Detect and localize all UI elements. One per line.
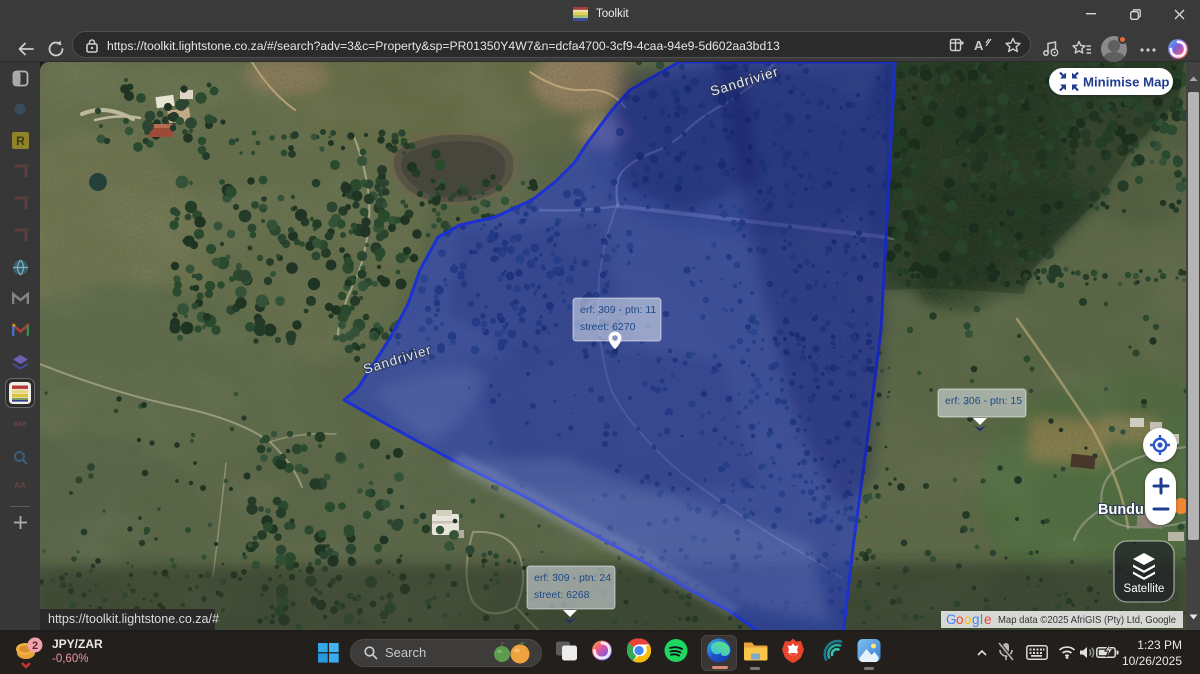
- svg-text:l: l: [980, 612, 983, 627]
- svg-text:erf: 309 - ptn: 24: erf: 309 - ptn: 24: [534, 572, 611, 584]
- svg-text:street: 6270: street: 6270: [580, 321, 636, 333]
- svg-text:G: G: [946, 612, 957, 627]
- svg-text:2: 2: [32, 640, 38, 652]
- svg-text:erf: 306 - ptn: 15: erf: 306 - ptn: 15: [945, 395, 1022, 407]
- svg-text:Minimise Map: Minimise Map: [1083, 75, 1169, 90]
- svg-text:e: e: [984, 612, 992, 627]
- svg-text:erf: 309 - ptn: 11: erf: 309 - ptn: 11: [580, 304, 656, 316]
- svg-text:g: g: [972, 612, 980, 627]
- svg-text:street: 6268: street: 6268: [534, 589, 590, 601]
- svg-text:Map data ©2025 AfriGIS (Pty) L: Map data ©2025 AfriGIS (Pty) Ltd, Google: [998, 614, 1176, 626]
- svg-text:R: R: [16, 134, 25, 148]
- svg-text:o: o: [964, 612, 972, 627]
- svg-text:o: o: [956, 612, 964, 627]
- svg-text:Satellite: Satellite: [1124, 583, 1165, 595]
